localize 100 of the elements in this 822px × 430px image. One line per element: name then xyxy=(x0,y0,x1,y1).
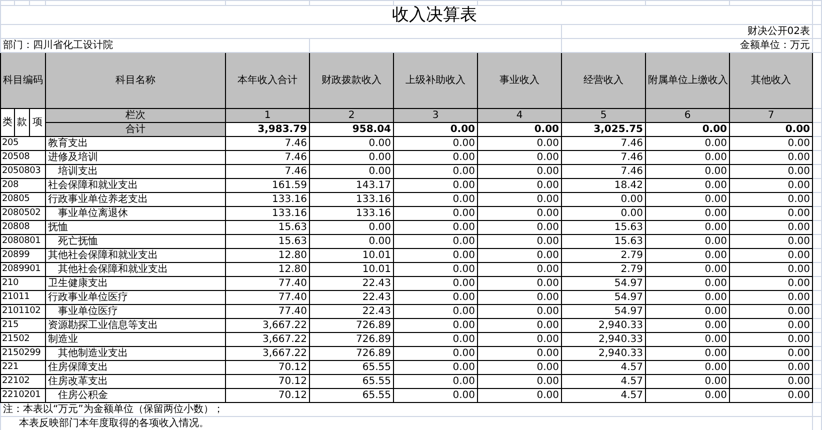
table-cell: 70.12 xyxy=(226,360,310,374)
table-cell: 0.00 xyxy=(478,192,562,206)
table-cell: 2,940.33 xyxy=(562,346,646,360)
column-header: 科目名称 xyxy=(46,52,226,108)
name-cell: 抚恤 xyxy=(46,220,226,234)
table-cell: 0.00 xyxy=(478,178,562,192)
table-cell: 0.00 xyxy=(478,318,562,332)
table-cell: 7.46 xyxy=(226,164,310,178)
code-cell: 21011 xyxy=(0,290,46,304)
table-cell: 3,667.22 xyxy=(226,318,310,332)
table-cell: 4.57 xyxy=(562,388,646,402)
table-cell: 0.00 xyxy=(730,178,812,192)
table-cell: 0.00 xyxy=(730,150,812,164)
table-cell: 0.00 xyxy=(394,276,478,290)
table-cell: 0.00 xyxy=(646,262,730,276)
table-cell: 2.79 xyxy=(562,262,646,276)
table-cell: 2,940.33 xyxy=(562,332,646,346)
table-cell: 77.40 xyxy=(226,304,310,318)
code-cell: 210 xyxy=(0,276,46,290)
table-cell: 15.63 xyxy=(562,220,646,234)
table-cell: 0.00 xyxy=(310,234,394,248)
table-cell: 0.00 xyxy=(730,374,812,388)
table-cell: 0.00 xyxy=(478,150,562,164)
name-cell: 制造业 xyxy=(46,332,226,346)
code-cell: 21502 xyxy=(0,332,46,346)
table-cell: 0.00 xyxy=(646,388,730,402)
table-cell: 15.63 xyxy=(226,234,310,248)
table-cell: 0.00 xyxy=(730,136,812,150)
table-cell: 0.00 xyxy=(394,374,478,388)
total-cell: 0.00 xyxy=(646,122,730,136)
name-cell: 事业单位离退休 xyxy=(46,206,226,220)
table-cell: 0.00 xyxy=(394,234,478,248)
table-cell: 65.55 xyxy=(310,388,394,402)
table-cell: 0.00 xyxy=(646,234,730,248)
code-cell: 208 xyxy=(0,178,46,192)
code-cell: 2080502 xyxy=(0,206,46,220)
table-cell: 0.00 xyxy=(478,360,562,374)
table-cell: 0.00 xyxy=(730,388,812,402)
index-number: 2 xyxy=(310,108,394,122)
table-cell: 0.00 xyxy=(646,248,730,262)
table-cell: 0.00 xyxy=(394,346,478,360)
table-cell: 22.43 xyxy=(310,290,394,304)
table-cell: 12.80 xyxy=(226,262,310,276)
table-cell: 0.00 xyxy=(646,374,730,388)
table-cell: 0.00 xyxy=(478,290,562,304)
table-cell: 0.00 xyxy=(394,248,478,262)
table-cell: 0.00 xyxy=(394,360,478,374)
note-text: 本表反映部门本年度取得的各项收入情况。 xyxy=(0,416,812,430)
table-cell: 0.00 xyxy=(394,178,478,192)
code-cell: 22102 xyxy=(0,374,46,388)
table-cell: 0.00 xyxy=(478,220,562,234)
table-cell: 54.97 xyxy=(562,290,646,304)
code-cell: 205 xyxy=(0,136,46,150)
table-cell: 133.16 xyxy=(310,192,394,206)
table-cell: 0.00 xyxy=(646,332,730,346)
table-cell: 0.00 xyxy=(730,360,812,374)
table-cell: 0.00 xyxy=(394,220,478,234)
table-cell: 0.00 xyxy=(394,318,478,332)
index-number: 3 xyxy=(394,108,478,122)
table-cell: 10.01 xyxy=(310,248,394,262)
table-cell: 726.89 xyxy=(310,332,394,346)
table-cell: 0.00 xyxy=(394,332,478,346)
table-cell: 0.00 xyxy=(646,276,730,290)
table-cell: 12.80 xyxy=(226,248,310,262)
table-cell: 0.00 xyxy=(478,304,562,318)
code-cell: 2101102 xyxy=(0,304,46,318)
table-cell: 0.00 xyxy=(730,346,812,360)
name-cell: 资源勘探工业信息等支出 xyxy=(46,318,226,332)
table-cell: 0.00 xyxy=(394,136,478,150)
table-cell: 0.00 xyxy=(478,276,562,290)
name-cell: 教育支出 xyxy=(46,136,226,150)
index-number: 5 xyxy=(562,108,646,122)
column-header: 其他收入 xyxy=(730,52,812,108)
table-cell: 65.55 xyxy=(310,374,394,388)
table-cell: 7.46 xyxy=(562,150,646,164)
table-cell: 15.63 xyxy=(562,234,646,248)
table-cell: 0.00 xyxy=(310,150,394,164)
form-number: 财决公开02表 xyxy=(562,24,812,38)
table-cell: 77.40 xyxy=(226,276,310,290)
table-cell: 0.00 xyxy=(646,220,730,234)
index-label: 栏次 xyxy=(46,108,226,122)
name-cell: 卫生健康支出 xyxy=(46,276,226,290)
table-cell: 0.00 xyxy=(394,164,478,178)
table-cell: 0.00 xyxy=(478,136,562,150)
table-cell: 726.89 xyxy=(310,346,394,360)
table-cell: 0.00 xyxy=(646,304,730,318)
column-header: 类 xyxy=(0,108,14,136)
table-cell: 0.00 xyxy=(394,262,478,276)
table-cell: 0.00 xyxy=(478,206,562,220)
table-cell: 0.00 xyxy=(646,178,730,192)
table-cell: 0.00 xyxy=(730,290,812,304)
table-cell: 0.00 xyxy=(478,248,562,262)
total-cell: 3,025.75 xyxy=(562,122,646,136)
code-cell: 2080801 xyxy=(0,234,46,248)
code-cell: 2210201 xyxy=(0,388,46,402)
table-cell: 10.01 xyxy=(310,262,394,276)
table-cell: 726.89 xyxy=(310,318,394,332)
name-cell: 其他社会保障和就业支出 xyxy=(46,262,226,276)
table-cell: 0.00 xyxy=(730,276,812,290)
table-cell: 0.00 xyxy=(646,206,730,220)
